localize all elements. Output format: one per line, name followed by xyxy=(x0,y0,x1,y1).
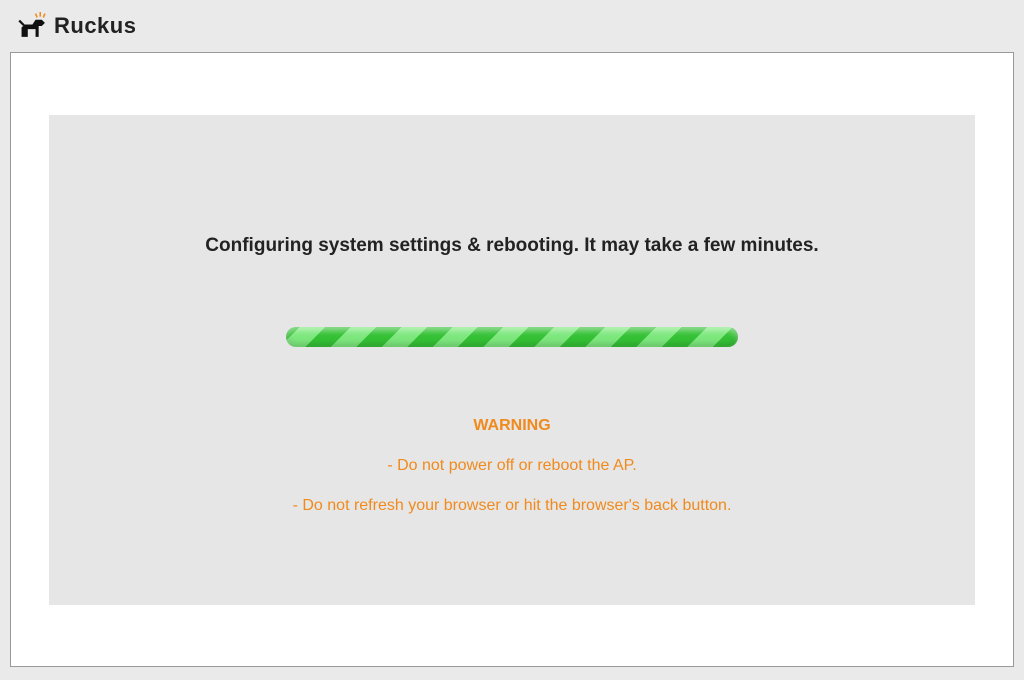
content-box: Configuring system settings & rebooting.… xyxy=(49,115,975,605)
progress-bar xyxy=(286,327,738,347)
header: Ruckus xyxy=(0,0,1024,52)
brand-text: Ruckus xyxy=(54,13,136,39)
warning-line-2: - Do not refresh your browser or hit the… xyxy=(293,497,732,515)
brand-logo: Ruckus xyxy=(18,12,136,40)
main-outer: Configuring system settings & rebooting.… xyxy=(0,52,1024,677)
status-message: Configuring system settings & rebooting.… xyxy=(205,235,818,257)
ruckus-dog-icon xyxy=(18,12,50,40)
warning-heading: WARNING xyxy=(473,417,550,435)
warning-line-1: - Do not power off or reboot the AP. xyxy=(387,457,636,475)
main-panel: Configuring system settings & rebooting.… xyxy=(10,52,1014,667)
